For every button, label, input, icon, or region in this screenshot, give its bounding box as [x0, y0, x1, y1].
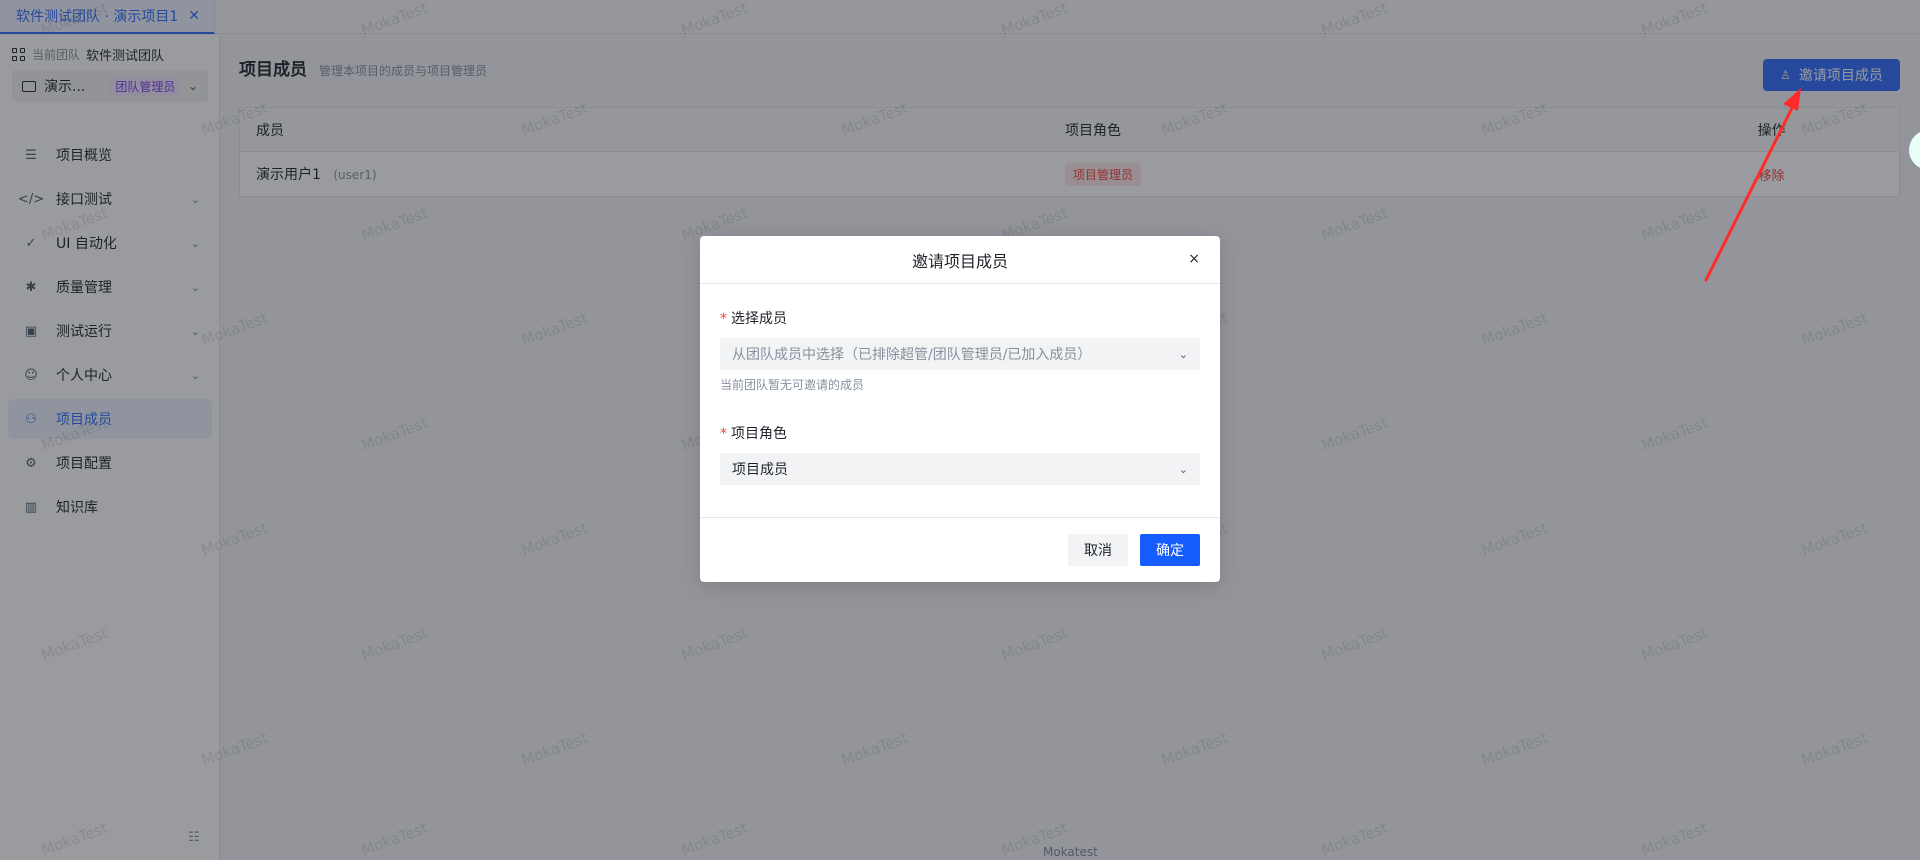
- member-select[interactable]: 从团队成员中选择（已排除超管/团队管理员/已加入成员） ⌄: [720, 338, 1200, 370]
- close-icon[interactable]: ×: [1188, 251, 1200, 267]
- footer-brand: Mokatest: [1043, 845, 1098, 859]
- member-label-text: 选择成员: [731, 311, 787, 327]
- role-select[interactable]: 项目成员 ⌄: [720, 453, 1200, 485]
- chevron-down-icon: ⌄: [1178, 347, 1188, 361]
- required-mark: *: [720, 426, 727, 442]
- member-help-text: 当前团队暂无可邀请的成员: [720, 378, 865, 392]
- role-label-text: 项目角色: [731, 426, 787, 442]
- member-select-placeholder: 从团队成员中选择（已排除超管/团队管理员/已加入成员）: [732, 347, 1092, 363]
- cancel-button[interactable]: 取消: [1068, 534, 1128, 566]
- member-field-label: * 选择成员: [720, 308, 1200, 328]
- modal-header: 邀请项目成员 ×: [700, 236, 1220, 284]
- role-field-label: * 项目角色: [720, 423, 1200, 443]
- modal-footer: 取消 确定: [700, 518, 1220, 582]
- role-select-value: 项目成员: [732, 462, 788, 478]
- required-mark: *: [720, 311, 727, 327]
- modal-title: 邀请项目成员: [911, 251, 1008, 271]
- invite-modal: 邀请项目成员 × * 选择成员 从团队成员中选择（已排除超管/团队管理员/已加入成…: [700, 236, 1220, 582]
- confirm-button[interactable]: 确定: [1140, 534, 1200, 566]
- chevron-down-icon: ⌄: [1178, 462, 1188, 476]
- modal-body: * 选择成员 从团队成员中选择（已排除超管/团队管理员/已加入成员） ⌄ 当前团队…: [700, 284, 1220, 518]
